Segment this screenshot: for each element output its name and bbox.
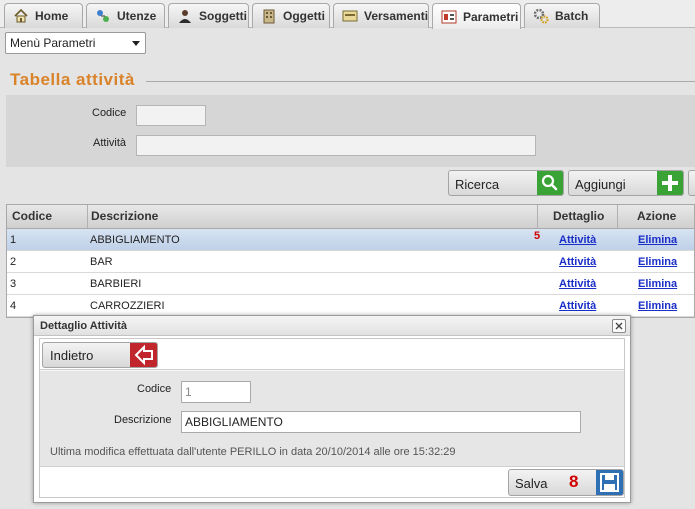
dialog-descrizione-input[interactable]: ABBIGLIAMENTO	[181, 411, 581, 433]
cell-descrizione: CARROZZIERI	[90, 300, 165, 312]
dialog-body: Indietro Codice 1 Descrizione ABBIGLIAME…	[39, 338, 625, 498]
payment-icon	[342, 8, 358, 24]
save-icon	[596, 470, 623, 495]
cell-codice: 3	[10, 278, 17, 290]
tab-utenze[interactable]: Utenze	[86, 3, 165, 28]
cell-descrizione: BARBIERI	[90, 278, 142, 290]
cell-codice: 2	[10, 256, 17, 268]
dialog-codice-label: Codice	[137, 383, 172, 395]
codice-label: Codice	[92, 107, 127, 119]
dialog-footer: Salva 8	[40, 466, 624, 497]
building-icon	[261, 8, 277, 24]
aggiungi-button[interactable]: Aggiungi	[568, 170, 684, 196]
dialog-descrizione-label: Descrizione	[114, 414, 172, 426]
close-icon	[615, 322, 623, 330]
column-separator	[87, 205, 88, 228]
tab-label: Batch	[555, 9, 589, 23]
extra-toolbar-button[interactable]	[688, 170, 695, 196]
dialog-descrizione-value: ABBIGLIAMENTO	[185, 415, 283, 429]
menu-select-value: Menù Parametri	[10, 36, 96, 50]
elimina-link[interactable]: Elimina	[638, 234, 677, 246]
attivita-input[interactable]	[136, 135, 536, 156]
close-button[interactable]	[612, 319, 626, 333]
col-header-codice[interactable]: Codice	[12, 209, 52, 223]
ricerca-button-label: Ricerca	[455, 177, 500, 192]
dettaglio-link[interactable]: Attività	[559, 300, 596, 312]
cell-codice: 4	[10, 300, 17, 312]
salva-button[interactable]: Salva 8	[508, 469, 624, 496]
tab-label: Soggetti	[199, 9, 247, 23]
network-icon	[95, 8, 111, 24]
indietro-button-label: Indietro	[50, 348, 94, 363]
search-panel: Codice Attività	[6, 95, 695, 167]
cell-descrizione: ABBIGLIAMENTO	[90, 234, 180, 246]
table-row[interactable]: 4 CARROZZIERI Attività Elimina	[7, 295, 694, 317]
main-tab-bar: Home Utenze Soggetti Oggetti Versamenti …	[0, 0, 695, 29]
col-header-descrizione[interactable]: Descrizione	[91, 209, 158, 223]
col-header-dettaglio[interactable]: Dettaglio	[553, 209, 604, 223]
section-title: Tabella attività	[10, 70, 135, 89]
tab-label: Utenze	[117, 9, 157, 23]
attivita-table: Codice Descrizione Dettaglio Azione 1 AB…	[6, 204, 695, 318]
cell-descrizione: BAR	[90, 256, 113, 268]
tab-oggetti[interactable]: Oggetti	[252, 3, 330, 28]
annotation-marker: 5	[534, 230, 541, 242]
annotation-marker: 8	[569, 472, 579, 491]
tab-label: Home	[35, 9, 69, 23]
dialog-title: Dettaglio Attività	[40, 320, 127, 332]
dettaglio-link[interactable]: Attività	[559, 234, 596, 246]
table-row[interactable]: 1 ABBIGLIAMENTO 5 Attività Elimina	[7, 229, 694, 251]
table-row[interactable]: 3 BARBIERI Attività Elimina	[7, 273, 694, 295]
elimina-link[interactable]: Elimina	[638, 278, 677, 290]
home-icon	[13, 8, 29, 24]
indietro-button[interactable]: Indietro	[42, 342, 158, 368]
ricerca-button[interactable]: Ricerca	[448, 170, 564, 196]
cell-codice: 1	[10, 234, 17, 246]
dettaglio-link[interactable]: Attività	[559, 256, 596, 268]
plus-icon	[657, 171, 683, 195]
column-separator	[617, 205, 618, 228]
tab-parametri[interactable]: Parametri	[432, 3, 521, 29]
tab-versamenti[interactable]: Versamenti	[333, 3, 429, 28]
codice-input[interactable]	[136, 105, 206, 126]
table-row[interactable]: 2 BAR Attività Elimina	[7, 251, 694, 273]
salva-button-label: Salva	[515, 476, 548, 491]
dialog-titlebar: Dettaglio Attività	[34, 316, 630, 336]
section-divider	[146, 81, 695, 82]
tab-label: Versamenti	[364, 9, 429, 23]
dettaglio-attivita-dialog: Dettaglio Attività Indietro Codice 1 Des…	[33, 315, 631, 503]
parameters-icon	[441, 9, 457, 25]
arrow-left-icon	[130, 343, 157, 367]
last-modified-note: Ultima modifica effettuata dall'utente P…	[50, 446, 456, 458]
dialog-form: Codice 1 Descrizione ABBIGLIAMENTO Ultim…	[40, 371, 624, 466]
tab-batch[interactable]: Batch	[524, 3, 600, 28]
tab-label: Parametri	[463, 9, 519, 24]
person-icon	[177, 8, 193, 24]
table-header: Codice Descrizione Dettaglio Azione	[7, 205, 694, 229]
dialog-codice-value: 1	[185, 385, 192, 399]
elimina-link[interactable]: Elimina	[638, 256, 677, 268]
dettaglio-link[interactable]: Attività	[559, 278, 596, 290]
tab-home[interactable]: Home	[4, 3, 83, 28]
aggiungi-button-label: Aggiungi	[575, 177, 626, 192]
search-icon	[537, 171, 563, 195]
attivita-label: Attività	[93, 137, 127, 149]
gears-icon	[533, 8, 549, 24]
column-separator	[537, 205, 538, 228]
elimina-link[interactable]: Elimina	[638, 300, 677, 312]
col-header-azione[interactable]: Azione	[637, 209, 676, 223]
chevron-down-icon	[132, 41, 140, 46]
dialog-toolbar: Indietro	[40, 339, 624, 370]
dialog-codice-input[interactable]: 1	[181, 381, 251, 403]
menu-parametri-select[interactable]: Menù Parametri	[5, 32, 146, 54]
tab-label: Oggetti	[283, 9, 325, 23]
tab-soggetti[interactable]: Soggetti	[168, 3, 249, 28]
